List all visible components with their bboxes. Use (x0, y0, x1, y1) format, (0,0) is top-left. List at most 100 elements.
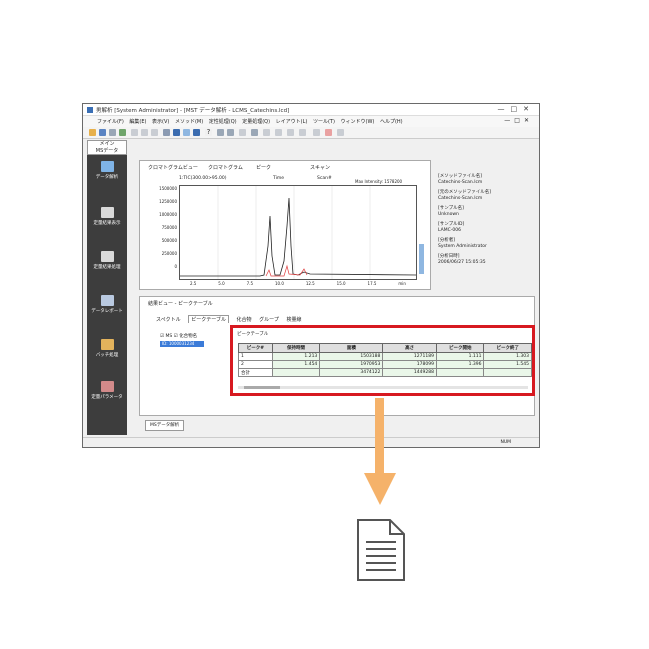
menu-help[interactable]: ヘルプ(H) (380, 118, 403, 125)
print-icon[interactable] (109, 129, 116, 136)
library-icon[interactable] (299, 129, 306, 136)
table-horizontal-scrollbar[interactable] (238, 386, 528, 389)
chromatogram-plot[interactable] (179, 185, 417, 280)
tab-spectrum[interactable]: スペクトル (156, 316, 181, 323)
menu-layout[interactable]: レイアウト(L) (276, 118, 308, 125)
table-cell: 1.396 (435, 360, 485, 369)
table-cell: 1271189 (382, 352, 437, 361)
integrate-icon[interactable] (251, 129, 258, 136)
x-tick: 12.5 (305, 281, 315, 286)
table-row[interactable]: 1 1.213 1503188 1271189 1.111 1.303 (238, 352, 532, 361)
settings-icon[interactable] (313, 129, 320, 136)
document-tab[interactable]: MSデータ解析 (145, 420, 185, 431)
col-header[interactable]: 面積 (319, 343, 384, 353)
menu-method[interactable]: メソッド(M) (175, 118, 203, 125)
col-header[interactable]: ピーク# (238, 343, 273, 353)
table-cell: 合計 (238, 368, 273, 377)
tab-compound[interactable]: 化合物 (237, 316, 252, 323)
tab-chromatogram[interactable]: クロマトグラム (208, 164, 243, 171)
peak-icon[interactable] (239, 129, 246, 136)
table-row[interactable]: 2 1.454 1970953 178099 1.396 1.545 (238, 360, 532, 369)
table-cell: 1503188 (319, 352, 384, 361)
menu-window[interactable]: ウィンドウ(W) (341, 118, 375, 125)
status-bar: NUM (83, 437, 539, 447)
window-icon[interactable] (173, 129, 180, 136)
ms-checkbox[interactable]: ☑ MS (160, 334, 172, 339)
open-icon[interactable] (89, 129, 96, 136)
col-header[interactable]: ピーク開始 (435, 343, 485, 353)
ms-checkbox-label: MS (165, 334, 173, 339)
chart-side-toolbar[interactable] (419, 244, 424, 274)
report-icon[interactable] (119, 129, 126, 136)
close-button[interactable]: ✕ (523, 105, 535, 113)
sidebar-item-quant-results[interactable]: 定量結果表示 (87, 207, 127, 226)
sidebar-header-msdata[interactable]: MSデータ (88, 148, 126, 155)
zoom-in-icon[interactable] (217, 129, 224, 136)
chromatogram-panel-title: クロマトグラムビュー (148, 165, 198, 171)
table-cell: 1.454 (271, 360, 321, 369)
cascade-icon[interactable] (193, 129, 200, 136)
sidebar-item-quant-param[interactable]: 定量パラメータ (87, 381, 127, 400)
menu-view[interactable]: 表示(V) (152, 118, 169, 125)
chromatogram-header-time: Time (273, 176, 285, 181)
menu-quantitative[interactable]: 定量処理(Q) (242, 118, 270, 125)
maximize-button[interactable]: □ (511, 105, 524, 113)
cut-icon[interactable] (131, 129, 138, 136)
table-row[interactable]: 合計 3474122 1449288 (238, 368, 532, 377)
paste-icon[interactable] (151, 129, 158, 136)
x-tick: 15.0 (336, 281, 346, 286)
table-cell: 178099 (382, 360, 437, 369)
spectrum-icon[interactable] (263, 129, 270, 136)
table-icon[interactable] (287, 129, 294, 136)
col-header[interactable]: 高さ (382, 343, 437, 353)
mdi-close-button[interactable]: ✕ (524, 117, 533, 124)
tile-icon[interactable] (183, 129, 190, 136)
copy-icon[interactable] (141, 129, 148, 136)
scrollbar-thumb[interactable] (244, 386, 280, 389)
table-cell (271, 368, 321, 377)
menu-edit[interactable]: 編集(E) (129, 118, 146, 125)
sidebar-item-data-analysis[interactable]: データ解析 (87, 161, 127, 180)
table-cell: 3474122 (319, 368, 384, 377)
table-cell: 1.545 (483, 360, 532, 369)
layout-icon[interactable] (163, 129, 170, 136)
save-icon[interactable] (99, 129, 106, 136)
tab-group[interactable]: グループ (259, 316, 279, 323)
table-cell: 1.111 (435, 352, 485, 361)
zoom-out-icon[interactable] (227, 129, 234, 136)
help-icon[interactable]: ? (205, 129, 212, 136)
y-tick: 250000 (161, 251, 177, 256)
y-tick: 0 (174, 264, 177, 269)
menu-qualitative[interactable]: 定性処理(Q) (209, 118, 237, 125)
sidebar-header-main[interactable]: メイン (88, 141, 126, 148)
y-tick: 1250000 (159, 199, 177, 204)
tab-calibration[interactable]: 検量線 (286, 316, 301, 323)
sidebar-item-batch[interactable]: バッチ処理 (87, 339, 127, 358)
baseline-icon[interactable] (275, 129, 282, 136)
mdi-maximize-button[interactable]: □ (514, 117, 524, 124)
mdi-minimize-button[interactable]: — (504, 117, 514, 124)
col-header[interactable]: ピーク終了 (483, 343, 532, 353)
col-header[interactable]: 保持時間 (271, 343, 321, 353)
tab-peak-table[interactable]: ピークテーブル (188, 315, 229, 323)
results-panel-title: 結果ビュー - ピークテーブル (148, 301, 213, 307)
sidebar-item-quant-process[interactable]: 定量結果処理 (87, 251, 127, 270)
data-report-icon (100, 295, 114, 306)
sidebar-item-data-report[interactable]: データレポート (87, 295, 127, 314)
minimize-button[interactable]: — (498, 105, 511, 113)
status-num: NUM (500, 440, 511, 445)
tab-peak[interactable]: ピーク (256, 164, 271, 171)
sidebar: データ解析 定量結果表示 定量結果処理 データレポート バッチ処理 定量パラメー… (87, 155, 127, 435)
tab-scan[interactable]: スキャン (310, 164, 330, 171)
tree-item-selected[interactable]: ID: 1000031234 (160, 341, 204, 347)
menu-tools[interactable]: ツール(T) (313, 118, 335, 125)
table-cell: 1.213 (271, 352, 321, 361)
sidebar-item-label: データ解析 (95, 175, 119, 180)
export-icon[interactable] (325, 129, 332, 136)
sidebar-item-label: バッチ処理 (95, 353, 119, 358)
compound-checkbox[interactable]: ☑ 化合物名 (174, 334, 197, 339)
menu-file[interactable]: ファイル(F) (97, 118, 124, 125)
grid-icon[interactable] (337, 129, 344, 136)
quant-process-icon (100, 251, 114, 262)
peak-table[interactable]: ピーク# 保持時間 面積 高さ ピーク開始 ピーク終了 1 1.213 1503… (238, 343, 532, 377)
